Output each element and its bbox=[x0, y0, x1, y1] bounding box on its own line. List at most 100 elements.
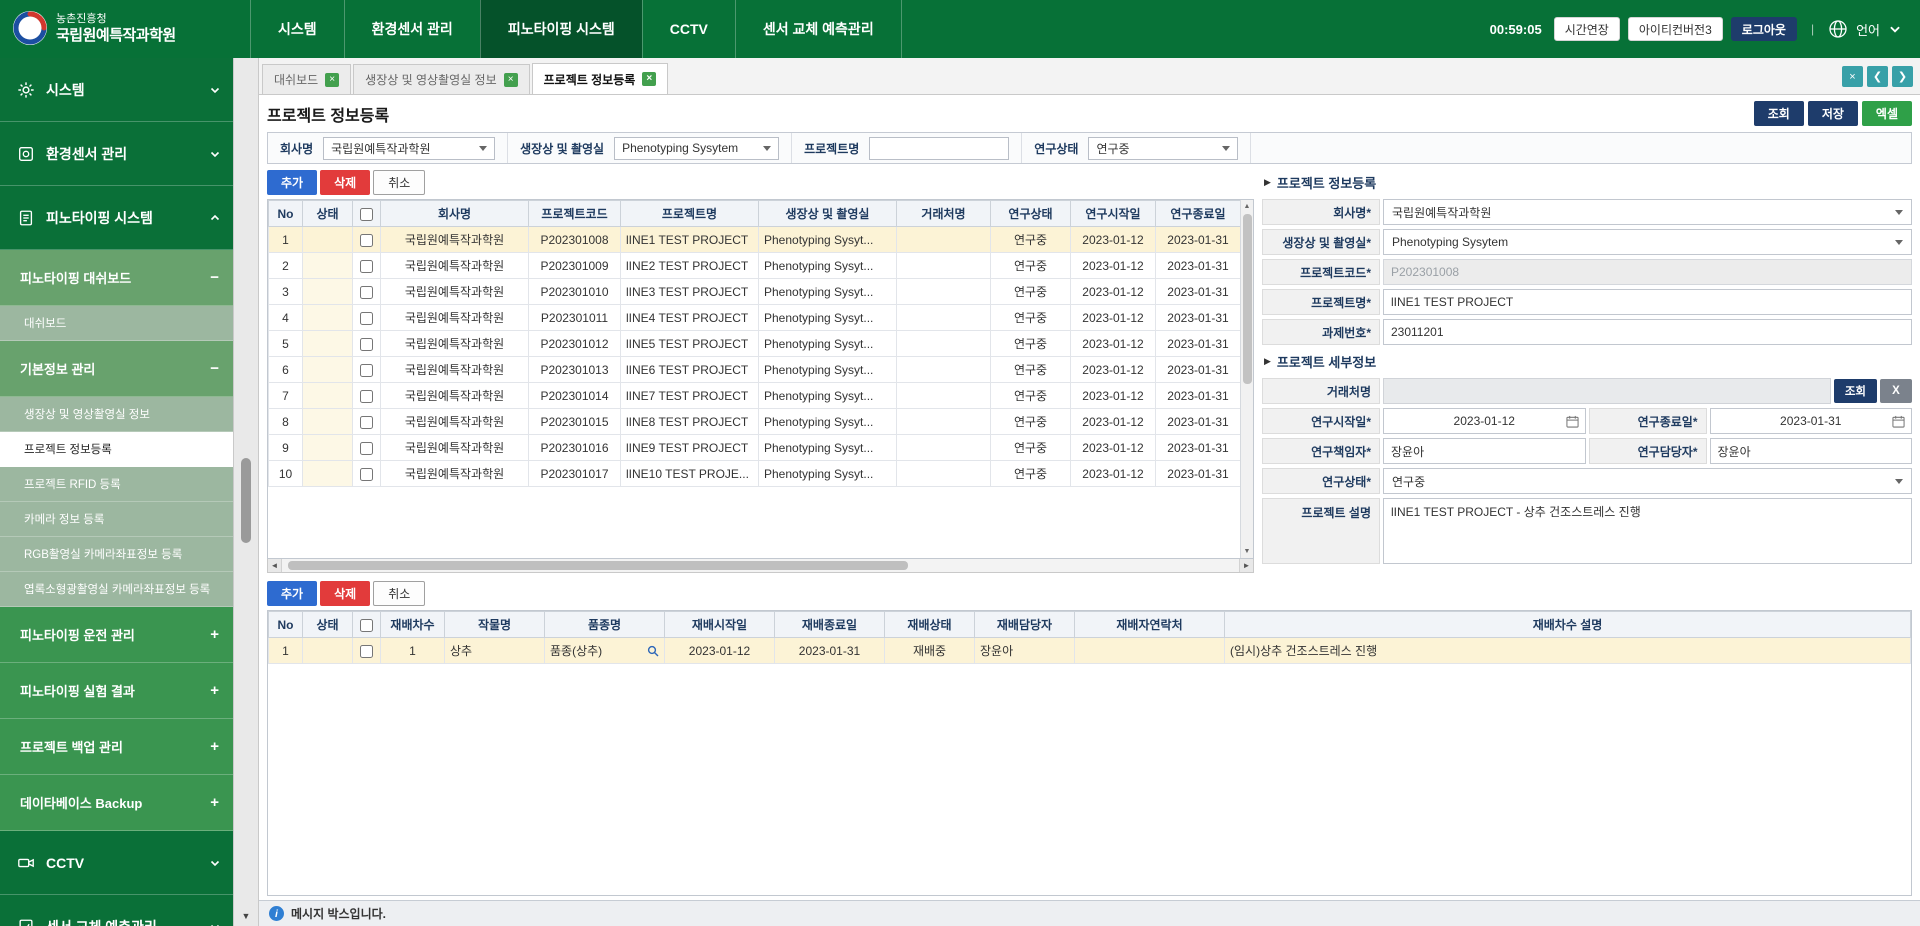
sidebar-item[interactable]: 피노타이핑 실험 결과+ bbox=[0, 663, 233, 719]
tab-close-icon[interactable]: × bbox=[504, 73, 518, 87]
row-checkbox[interactable] bbox=[360, 234, 373, 247]
sidebar-item[interactable]: 엽록소형광촬영실 카메라좌표정보 등록 bbox=[0, 572, 233, 607]
top-nav-item[interactable]: 센서 교체 예측관리 bbox=[735, 0, 902, 58]
crop-delete-button[interactable]: 삭제 bbox=[320, 581, 370, 606]
row-checkbox[interactable] bbox=[360, 260, 373, 273]
excel-button[interactable]: 엑셀 bbox=[1862, 101, 1912, 126]
sidebar-item[interactable]: 데이타베이스 Backup+ bbox=[0, 775, 233, 831]
top-nav-item[interactable]: 시스템 bbox=[250, 0, 344, 58]
table-row[interactable]: 9국립원예특작과학원P202301016lINE9 TEST PROJECTPh… bbox=[269, 435, 1241, 461]
row-checkbox[interactable] bbox=[360, 468, 373, 481]
top-nav-item[interactable]: CCTV bbox=[642, 0, 735, 58]
sidebar-item[interactable]: 기본정보 관리− bbox=[0, 341, 233, 397]
crop-add-button[interactable]: 추가 bbox=[267, 581, 317, 606]
language-label[interactable]: 언어 bbox=[1856, 20, 1880, 39]
chamber-select[interactable]: Phenotyping Sysytem bbox=[1383, 229, 1912, 255]
sidebar-item[interactable]: 카메라 정보 등록 bbox=[0, 502, 233, 537]
end-date-field[interactable]: 2023-01-31 bbox=[1710, 408, 1913, 434]
table-row[interactable]: 11상추품종(상추)2023-01-122023-01-31재배중장윤아(임시)… bbox=[269, 638, 1911, 664]
row-checkbox[interactable] bbox=[360, 645, 373, 658]
row-checkbox[interactable] bbox=[360, 416, 373, 429]
top-nav-item[interactable]: 환경센서 관리 bbox=[344, 0, 480, 58]
grid-vscroll-thumb[interactable] bbox=[1243, 214, 1252, 384]
manager-field[interactable]: 장윤아 bbox=[1710, 438, 1913, 464]
sidebar-item[interactable]: CCTV bbox=[0, 831, 233, 895]
save-button[interactable]: 저장 bbox=[1808, 101, 1858, 126]
grid-vertical-scrollbar[interactable]: ▲ ▼ bbox=[1240, 200, 1253, 558]
next-tab-button[interactable]: ❯ bbox=[1892, 66, 1913, 87]
tab[interactable]: 프로젝트 정보등록× bbox=[532, 63, 669, 94]
sidebar-item[interactable]: 대쉬보드 bbox=[0, 306, 233, 341]
row-checkbox[interactable] bbox=[360, 364, 373, 377]
prev-tab-button[interactable]: ❮ bbox=[1867, 66, 1888, 87]
add-button[interactable]: 추가 bbox=[267, 170, 317, 195]
table-row[interactable]: 2국립원예특작과학원P202301009lINE2 TEST PROJECTPh… bbox=[269, 253, 1241, 279]
sidebar-item[interactable]: 시스템 bbox=[0, 58, 233, 122]
company-filter-select[interactable]: 국립원예특작과학원 bbox=[323, 137, 495, 160]
cancel-button[interactable]: 취소 bbox=[373, 170, 425, 195]
sidebar-scrollbar[interactable]: ▼ bbox=[233, 58, 259, 926]
sidebar-item[interactable]: 프로젝트 정보등록 bbox=[0, 432, 233, 467]
leader-field[interactable]: 장윤아 bbox=[1383, 438, 1586, 464]
scroll-right-icon[interactable]: ► bbox=[1239, 559, 1253, 572]
close-all-tabs-button[interactable]: × bbox=[1842, 66, 1863, 87]
sidebar-item[interactable]: 생장상 및 영상촬영실 정보 bbox=[0, 397, 233, 432]
status-filter-select[interactable]: 연구중 bbox=[1088, 137, 1238, 160]
chamber-filter-select[interactable]: Phenotyping Sysytem bbox=[614, 137, 779, 160]
sidebar-item[interactable]: 피노타이핑 시스템 bbox=[0, 186, 233, 250]
scroll-left-icon[interactable]: ◄ bbox=[268, 559, 282, 572]
delete-button[interactable]: 삭제 bbox=[320, 170, 370, 195]
tab-close-icon[interactable]: × bbox=[642, 72, 656, 86]
sidebar-item[interactable]: RGB촬영실 카메라좌표정보 등록 bbox=[0, 537, 233, 572]
sidebar-item[interactable]: 환경센서 관리 bbox=[0, 122, 233, 186]
table-row[interactable]: 7국립원예특작과학원P202301014lINE7 TEST PROJECTPh… bbox=[269, 383, 1241, 409]
project-name-input[interactable] bbox=[869, 137, 1009, 160]
client-field[interactable] bbox=[1383, 378, 1831, 404]
table-row[interactable]: 3국립원예특작과학원P202301010lINE3 TEST PROJECTPh… bbox=[269, 279, 1241, 305]
row-checkbox[interactable] bbox=[360, 338, 373, 351]
logout-button[interactable]: 로그아웃 bbox=[1731, 17, 1797, 41]
sidebar-scroll-down-icon[interactable]: ▼ bbox=[234, 911, 258, 921]
sidebar-item[interactable]: 센서 교체 예측관리 bbox=[0, 895, 233, 926]
top-nav-item[interactable]: 피노타이핑 시스템 bbox=[480, 0, 642, 58]
table-row[interactable]: 4국립원예특작과학원P202301011lINE4 TEST PROJECTPh… bbox=[269, 305, 1241, 331]
scroll-up-icon[interactable]: ▲ bbox=[1241, 200, 1253, 213]
tab[interactable]: 대쉬보드× bbox=[262, 64, 351, 94]
select-all-checkbox[interactable] bbox=[360, 619, 373, 632]
project-name-field[interactable]: lINE1 TEST PROJECT bbox=[1383, 289, 1912, 315]
client-search-button[interactable]: 조회 bbox=[1834, 379, 1877, 403]
research-status-select[interactable]: 연구중 bbox=[1383, 468, 1912, 494]
globe-icon[interactable] bbox=[1828, 19, 1848, 39]
sidebar-item[interactable]: 프로젝트 백업 관리+ bbox=[0, 719, 233, 775]
row-checkbox[interactable] bbox=[360, 286, 373, 299]
sidebar-item[interactable]: 프로젝트 RFID 등록 bbox=[0, 467, 233, 502]
tab-close-icon[interactable]: × bbox=[325, 73, 339, 87]
search-button[interactable]: 조회 bbox=[1754, 101, 1804, 126]
extend-time-button[interactable]: 시간연장 bbox=[1554, 17, 1620, 41]
start-date-field[interactable]: 2023-01-12 bbox=[1383, 408, 1586, 434]
row-checkbox[interactable] bbox=[360, 390, 373, 403]
sidebar-item[interactable]: 피노타이핑 운전 관리+ bbox=[0, 607, 233, 663]
chevron-down-icon[interactable] bbox=[1888, 22, 1902, 36]
tab[interactable]: 생장상 및 영상촬영실 정보× bbox=[353, 64, 529, 94]
sidebar-scrollbar-thumb[interactable] bbox=[241, 458, 251, 543]
table-row[interactable]: 8국립원예특작과학원P202301015lINE8 TEST PROJECTPh… bbox=[269, 409, 1241, 435]
client-clear-button[interactable]: X bbox=[1880, 379, 1912, 403]
grid-hscroll-thumb[interactable] bbox=[288, 561, 908, 570]
sidebar-item[interactable]: 피노타이핑 대쉬보드− bbox=[0, 250, 233, 306]
task-number-field[interactable]: 23011201 bbox=[1383, 319, 1912, 345]
crop-cancel-button[interactable]: 취소 bbox=[373, 581, 425, 606]
grid-horizontal-scrollbar[interactable]: ◄ ► bbox=[267, 559, 1254, 573]
user-button[interactable]: 아이티컨버전3 bbox=[1628, 17, 1723, 41]
search-icon[interactable] bbox=[647, 645, 659, 657]
table-row[interactable]: 6국립원예특작과학원P202301013lINE6 TEST PROJECTPh… bbox=[269, 357, 1241, 383]
scroll-down-icon[interactable]: ▼ bbox=[1241, 545, 1253, 558]
row-checkbox[interactable] bbox=[360, 312, 373, 325]
description-field[interactable]: lINE1 TEST PROJECT - 상추 건조스트레스 진행 bbox=[1383, 498, 1912, 564]
company-select[interactable]: 국립원예특작과학원 bbox=[1383, 199, 1912, 225]
table-row[interactable]: 1국립원예특작과학원P202301008lINE1 TEST PROJECTPh… bbox=[269, 227, 1241, 253]
table-row[interactable]: 5국립원예특작과학원P202301012lINE5 TEST PROJECTPh… bbox=[269, 331, 1241, 357]
table-row[interactable]: 10국립원예특작과학원P202301017lINE10 TEST PROJE..… bbox=[269, 461, 1241, 487]
select-all-checkbox[interactable] bbox=[360, 208, 373, 221]
row-checkbox[interactable] bbox=[360, 442, 373, 455]
